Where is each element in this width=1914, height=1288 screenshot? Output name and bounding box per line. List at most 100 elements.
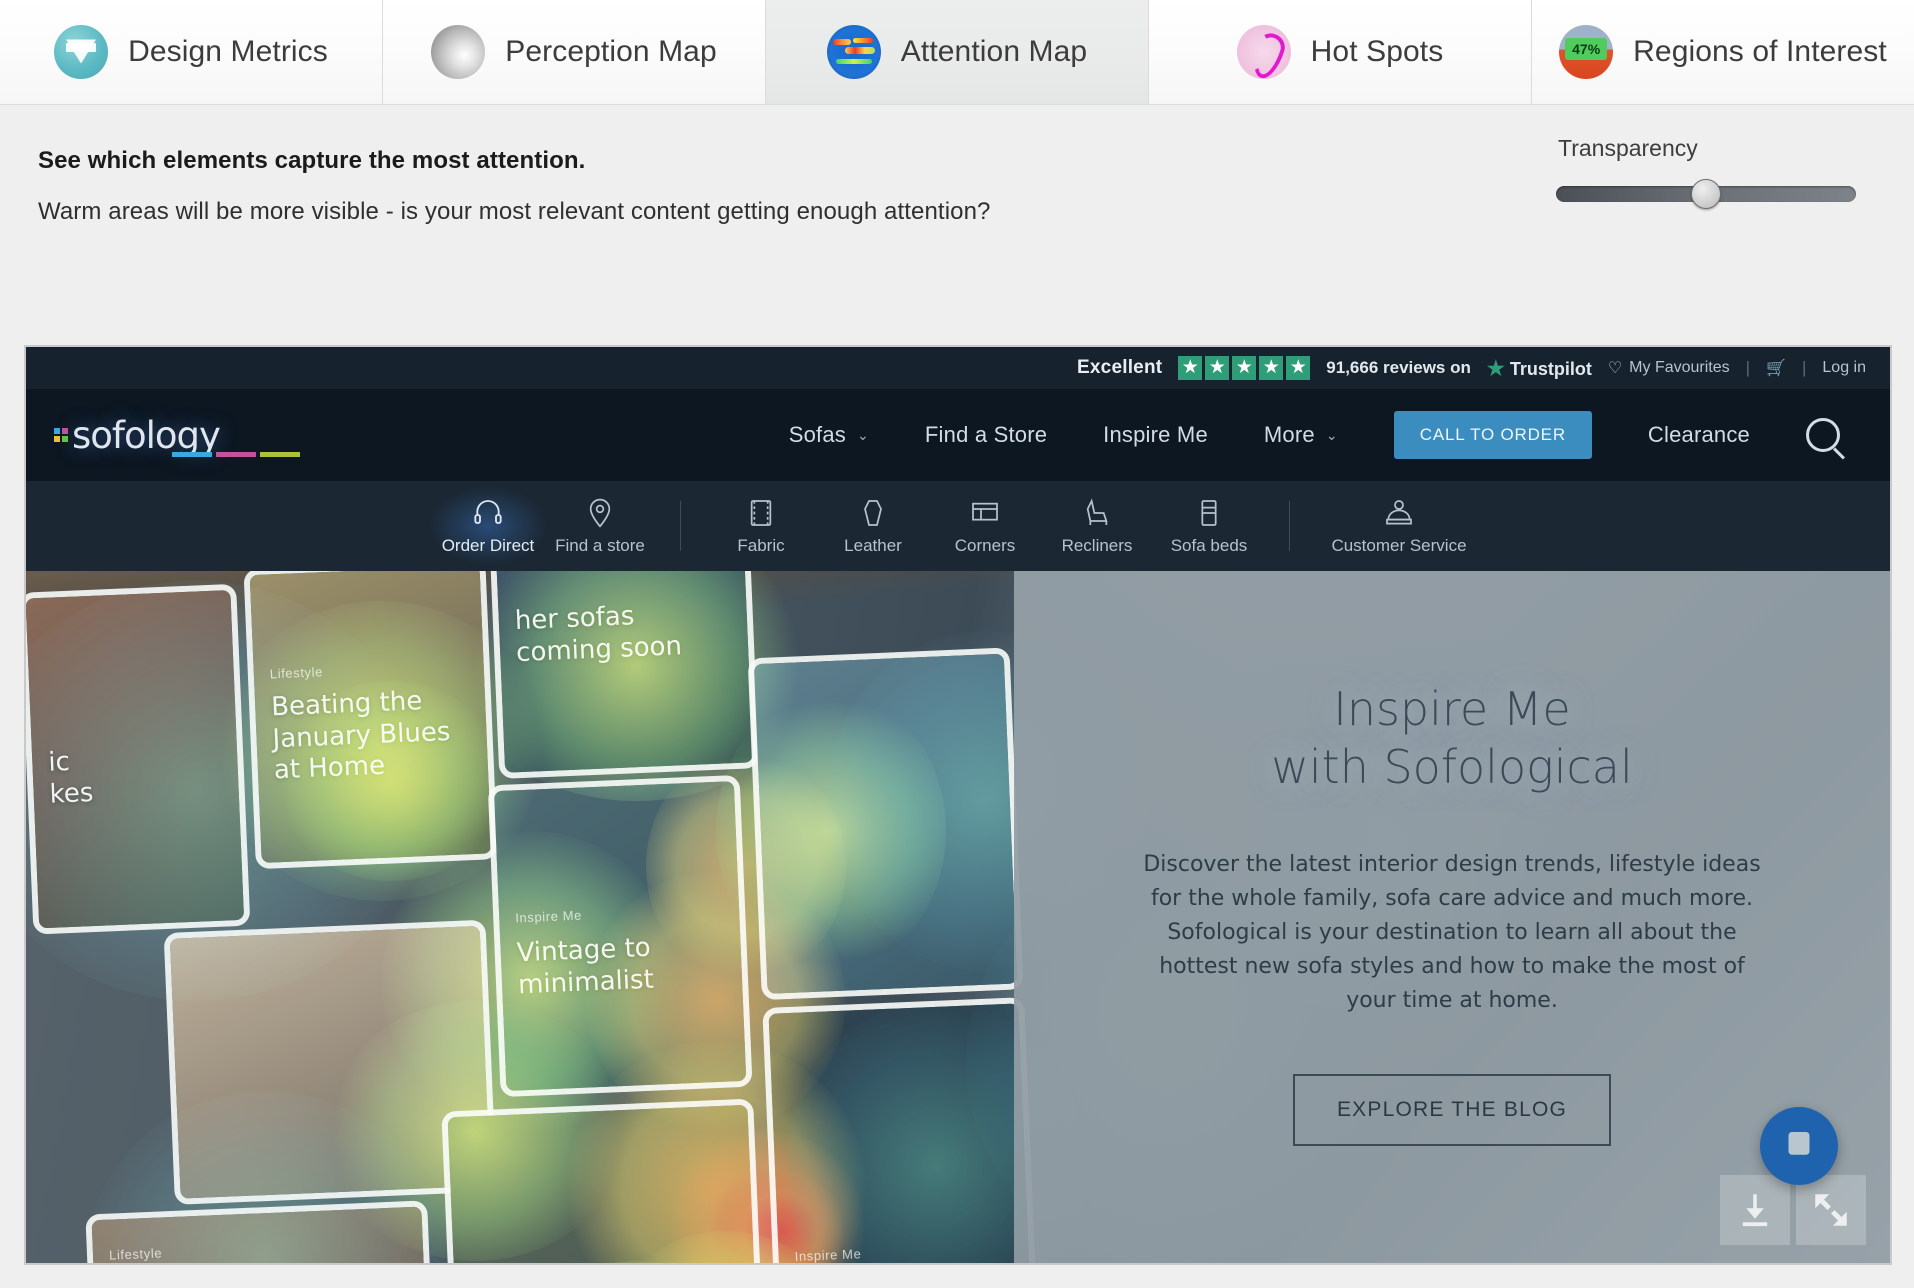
chevron-down-icon: ⌄ [856,426,869,443]
hero-heading: Inspire Me with Sofological [1271,681,1632,796]
tab-attention-map[interactable]: Attention Map [766,0,1149,104]
tab-regions-of-interest[interactable]: 47% Regions of Interest [1532,0,1914,104]
collage-tile[interactable]: ic kes [26,590,245,929]
cart-icon[interactable]: 🛒 [1766,358,1786,378]
rating-word: Excellent [1077,357,1163,378]
trustpilot-bar: Excellent 91,666 reviews on ★ Trustpilot… [26,347,1890,389]
subnav-label: Fabric [737,535,785,555]
logo-bars-icon [172,452,300,457]
hero-content-panel: Inspire Me with Sofological Discover the… [1014,571,1890,1263]
collage-caption: ic kes [47,746,94,810]
transparency-control: Transparency [1556,135,1856,209]
trustpilot-logo: ★ Trustpilot [1486,357,1592,380]
search-icon[interactable] [1806,418,1840,452]
transparency-label: Transparency [1558,135,1698,161]
sofabed-icon [1201,499,1217,526]
logo-dots-icon [54,428,68,442]
subnav-label: Corners [954,535,1016,555]
subnav-label: Find a store [555,535,645,555]
sofology-logo[interactable]: sofology [54,412,300,458]
nav-label: Inspire Me [1103,422,1208,447]
expand-button[interactable] [1796,1175,1866,1245]
roi-icon: 47% [1559,25,1614,79]
subnav-divider [1289,501,1290,551]
tab-label: Design Metrics [128,35,328,68]
collage-tile[interactable]: her sofas coming soon [496,571,753,773]
tab-hot-spots[interactable]: Hot Spots [1149,0,1532,104]
service-icon [1386,499,1412,525]
subnav-item-recliners[interactable]: Recliners [1041,497,1153,556]
collage-tile[interactable]: Looking after your sofa with SofaShield [447,1104,761,1263]
trustpilot-name: Trustpilot [1509,358,1592,379]
diamond-icon [54,25,109,79]
subnav-item-sofa-beds[interactable]: Sofa beds [1153,497,1265,556]
subnav-item-customer-service[interactable]: Customer Service [1314,497,1484,556]
subnav-item-corners[interactable]: Corners [929,497,1041,556]
separator: | [1801,358,1807,377]
favourites-link[interactable]: ♡ My Favourites [1608,358,1730,378]
star-rating [1178,356,1311,380]
tab-label: Hot Spots [1310,35,1444,68]
recliner-icon [1086,497,1108,525]
nav-label: Find a Store [924,422,1048,447]
hero-section: ic kes Lifestyle Beating the January Blu… [26,571,1890,1263]
collage-tile[interactable]: Inspire Me Autumn/Winter trends: Dark Fl… [768,1003,1036,1263]
nav-item-find-a-store[interactable]: Find a Store [925,422,1047,448]
subnav-label: Sofa beds [1170,535,1248,555]
nav-item-sofas[interactable]: Sofas ⌄ [789,422,869,448]
transparency-slider-thumb[interactable] [1691,179,1721,209]
logo-text: sofology [72,413,221,457]
collage-tile[interactable] [169,925,491,1199]
tab-design-metrics[interactable]: Design Metrics [0,0,383,104]
login-link[interactable]: Log in [1822,359,1866,377]
expand-icon [1815,1194,1847,1226]
hero-body-text: Discover the latest interior design tren… [1143,852,1761,1014]
explore-the-blog-button[interactable]: EXPLORE THE BLOG [1292,1074,1612,1147]
chat-glyph-icon [1788,1132,1810,1155]
subnav-label: Customer Service [1331,535,1467,555]
sphere-icon [431,25,486,79]
nav-item-more[interactable]: More ⌄ [1264,422,1338,448]
subnav-item-find-a-store[interactable]: Find a store [544,497,656,556]
transparency-slider[interactable] [1556,179,1856,209]
collage-tile[interactable]: Lifestyle Beating the January Blues at H… [249,571,492,863]
website-preview[interactable]: Excellent 91,666 reviews on ★ Trustpilot… [24,345,1892,1265]
tab-label: Perception Map [505,35,717,68]
nav-item-inspire-me[interactable]: Inspire Me [1103,422,1208,448]
hotspot-icon [1236,25,1291,79]
subnav-label: Leather [844,535,902,555]
nav-links: Sofas ⌄ Find a Store Inspire Me More ⌄ C… [789,411,1862,459]
preview-controls [1720,1175,1866,1245]
review-count: 91,666 reviews on [1326,358,1471,377]
collage-tile[interactable]: Inspire Me Vintage to minimalist [493,781,747,1091]
subnav-item-leather[interactable]: Leather [817,497,929,556]
collage-tile[interactable]: Lifestyle National love your Pet Day [91,1206,431,1263]
subnav-item-fabric[interactable]: Fabric [705,497,817,556]
heart-icon: ♡ [1607,360,1623,377]
collage-eyebrow: Lifestyle [269,664,324,682]
collage-eyebrow: Lifestyle [108,1245,163,1263]
collage-eyebrow: Inspire Me [514,907,583,926]
nav-label: More [1263,422,1315,447]
nav-item-clearance[interactable]: Clearance [1648,422,1750,448]
subnav-label: Recliners [1061,535,1133,555]
subnav-item-order-direct[interactable]: Order Direct [432,497,544,556]
hero-heading-line2: with Sofological [1271,739,1633,794]
subnav-divider [680,501,681,551]
tab-perception-map[interactable]: Perception Map [383,0,766,104]
page-subtitle: Warm areas will be more visible - is you… [38,198,991,225]
corner-icon [972,502,998,521]
header-zone: See which elements capture the most atte… [0,105,1914,340]
call-to-order-button[interactable]: CALL TO ORDER [1393,411,1592,459]
collage-tile[interactable] [753,653,1018,994]
collage-eyebrow: Inspire Me [794,1246,862,1263]
chevron-down-icon: ⌄ [1325,426,1338,443]
pin-icon [589,498,611,528]
download-icon [1742,1194,1768,1227]
roi-badge: 47% [1565,38,1608,60]
download-button[interactable] [1720,1175,1790,1245]
chat-bubble-icon[interactable] [1760,1107,1838,1185]
collage-caption: Beating the January Blues at Home [270,686,451,786]
site-sub-nav: Order Direct Find a store Fabric Leather [26,481,1890,571]
nav-label: Sofas [788,422,846,447]
